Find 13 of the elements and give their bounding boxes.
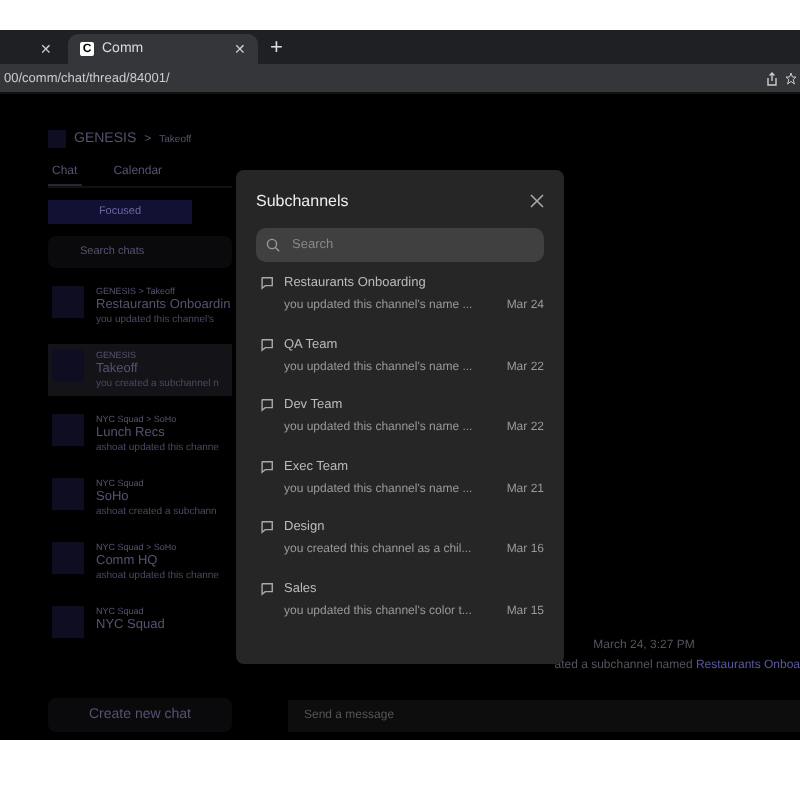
chat-bubble-icon <box>260 581 274 596</box>
chat-bubble-icon <box>260 398 274 413</box>
close-icon[interactable] <box>530 194 544 208</box>
search-icon <box>266 238 280 253</box>
chat-bubble-icon <box>260 337 274 352</box>
chat-bubble-icon <box>260 276 274 291</box>
new-tab-button[interactable]: + <box>270 35 283 59</box>
share-icon[interactable] <box>766 71 778 85</box>
dialog-title: Subchannels <box>256 192 349 210</box>
star-icon[interactable] <box>786 71 796 85</box>
chat-bubble-icon <box>260 520 274 535</box>
community-avatar <box>48 130 66 148</box>
chat-bubble-icon <box>260 459 274 474</box>
